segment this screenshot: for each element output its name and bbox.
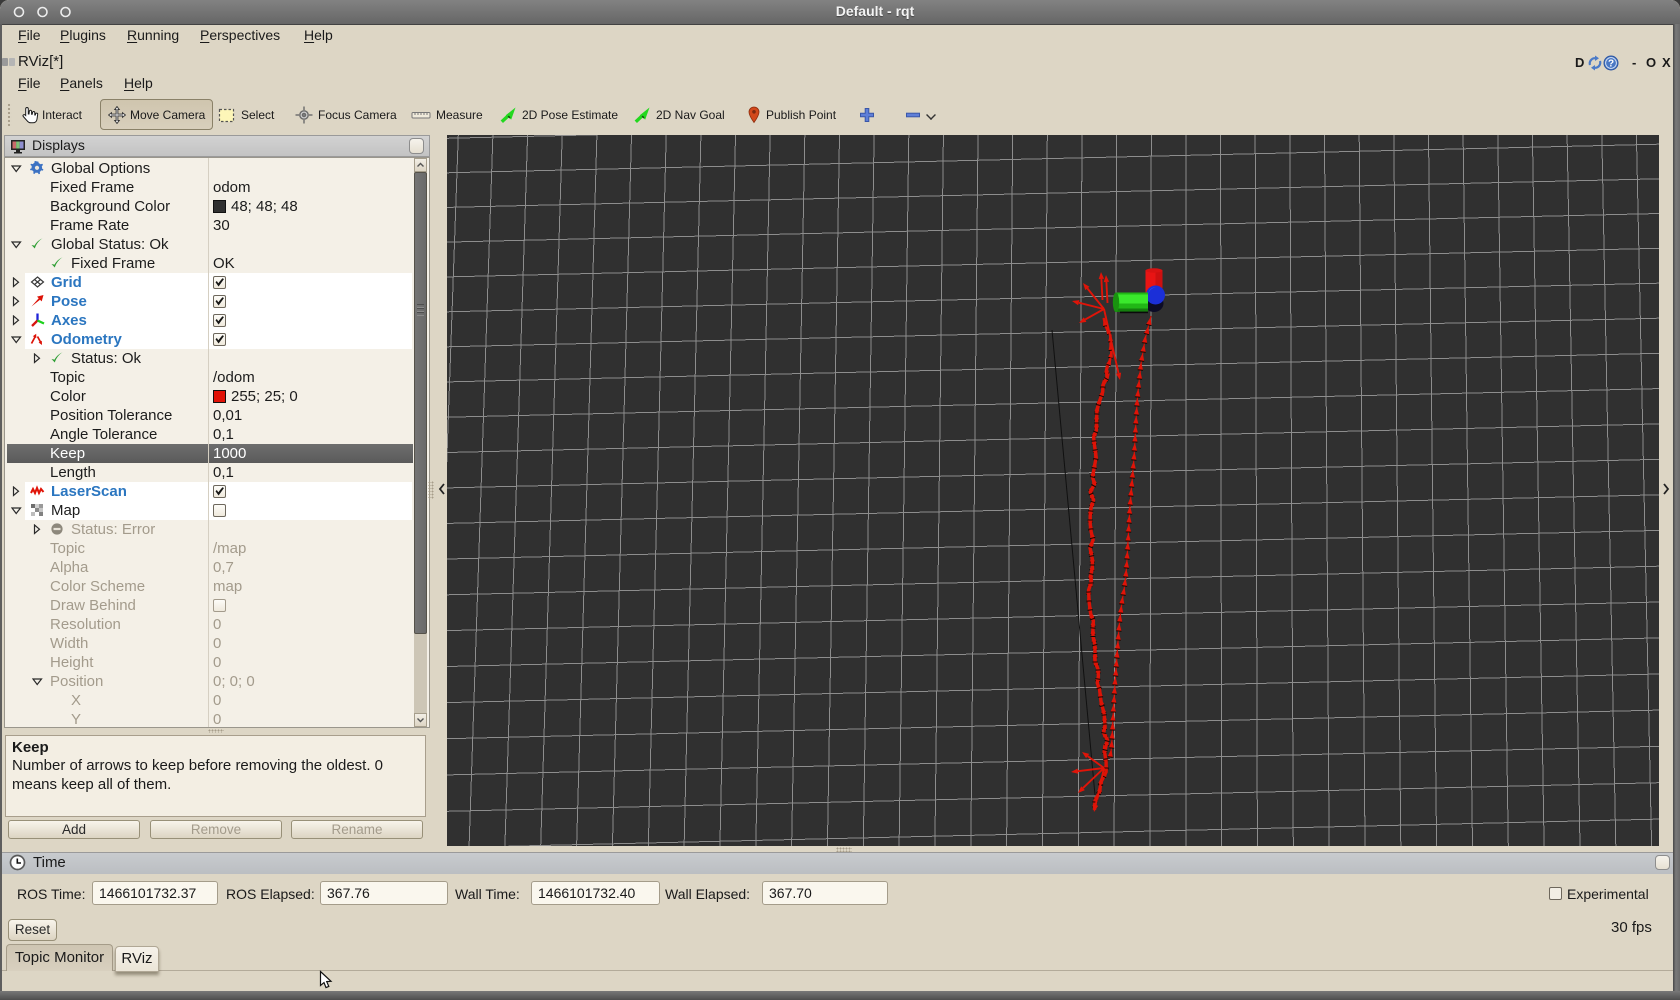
svg-text:?: ? [1608,59,1614,70]
